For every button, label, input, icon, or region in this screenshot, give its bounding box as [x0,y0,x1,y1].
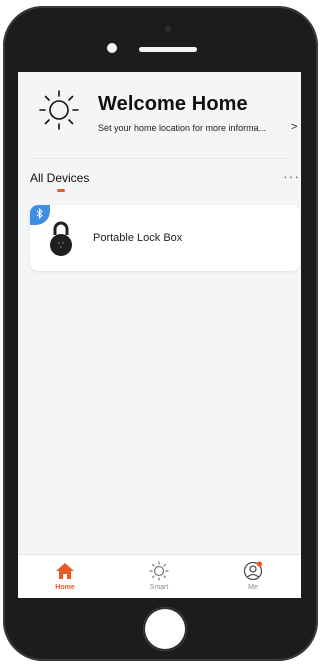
home-header: Welcome Home Set your home location for … [18,72,301,222]
sun-icon [39,90,79,130]
chevron-right-icon[interactable]: > [291,121,297,133]
tab-smart[interactable]: Smart [112,555,206,598]
lock-icon [50,221,72,256]
device-name: Portable Lock Box [93,232,183,244]
front-camera [107,43,117,53]
tab-smart-label: Smart [149,584,169,591]
page-title: Welcome Home [98,93,248,115]
bottom-tab-bar: Home Smart Me [18,554,301,598]
earpiece-speaker [139,47,197,52]
profile-icon [243,561,263,581]
tab-me-label: Me [248,584,258,591]
more-options-icon[interactable]: ··· [283,168,300,184]
proximity-sensor [165,26,171,32]
device-card[interactable]: Portable Lock Box [30,205,300,271]
home-button[interactable] [143,607,187,651]
tab-me[interactable]: Me [206,555,300,598]
sun-icon [149,561,169,581]
divider [30,158,289,159]
active-tab-indicator [57,189,65,192]
home-icon [56,563,74,579]
bluetooth-icon [30,205,50,225]
app-screen: Welcome Home Set your home location for … [18,72,301,598]
tab-home[interactable]: Home [18,555,112,598]
tab-home-label: Home [55,584,75,591]
set-location-link[interactable]: Set your home location for more informa.… [98,123,266,133]
tab-all-devices[interactable]: All Devices [30,171,89,185]
